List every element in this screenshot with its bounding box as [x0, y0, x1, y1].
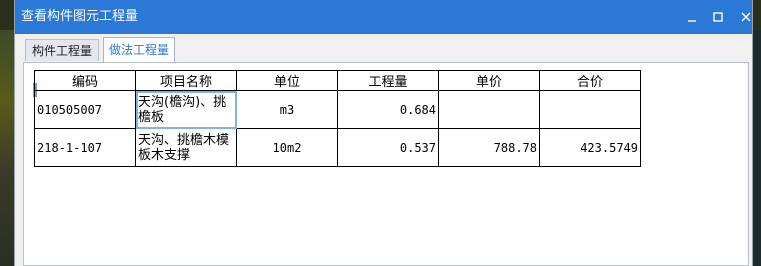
- cell-item-name[interactable]: 天沟、挑檐木模板木支撑: [135, 128, 237, 167]
- tab-method-quantity[interactable]: 做法工程量: [103, 37, 175, 62]
- header-code: 编码: [34, 70, 136, 91]
- cell-unit[interactable]: m3: [236, 90, 338, 129]
- cell-code[interactable]: 010505007: [34, 90, 136, 129]
- table-panel: 编码 项目名称 单位 工程量 单价 合价 010505007 天沟(檐沟)、挑檐…: [23, 62, 749, 266]
- dialog-window: 查看构件图元工程量 构件工程量 做法工程量 编码 项目名称 单位 工程量 单价 …: [14, 0, 753, 266]
- maximize-button[interactable]: [709, 8, 727, 26]
- header-item-name: 项目名称: [135, 70, 237, 91]
- cell-unit-price[interactable]: [438, 90, 540, 129]
- header-unit-price: 单价: [438, 70, 540, 91]
- table-header-row: 编码 项目名称 单位 工程量 单价 合价: [34, 70, 641, 91]
- title-bar[interactable]: 查看构件图元工程量: [15, 0, 752, 34]
- cell-total-price[interactable]: [539, 90, 641, 129]
- header-quantity: 工程量: [337, 70, 439, 91]
- window-title: 查看构件图元工程量: [21, 9, 139, 24]
- close-button[interactable]: [737, 8, 755, 26]
- minimize-icon: [688, 20, 696, 22]
- quantity-table: 编码 项目名称 单位 工程量 单价 合价 010505007 天沟(檐沟)、挑檐…: [34, 70, 641, 167]
- minimize-button[interactable]: [683, 8, 701, 26]
- tab-component-quantity[interactable]: 构件工程量: [25, 39, 99, 61]
- cell-total-price[interactable]: 423.5749: [539, 128, 641, 167]
- header-total-price: 合价: [539, 70, 641, 91]
- cell-item-name[interactable]: 天沟(檐沟)、挑檐板: [135, 90, 237, 129]
- cell-unit[interactable]: 10m2: [236, 128, 338, 167]
- table-row[interactable]: 218-1-107 天沟、挑檐木模板木支撑 10m2 0.537 788.78 …: [34, 128, 641, 167]
- cell-quantity[interactable]: 0.684: [337, 90, 439, 129]
- background-left: [0, 30, 14, 266]
- header-unit: 单位: [236, 70, 338, 91]
- cell-quantity[interactable]: 0.537: [337, 128, 439, 167]
- close-icon: [741, 12, 751, 22]
- cell-unit-price[interactable]: 788.78: [438, 128, 540, 167]
- table-row[interactable]: 010505007 天沟(檐沟)、挑檐板 m3 0.684: [34, 90, 641, 129]
- cell-code[interactable]: 218-1-107: [34, 128, 136, 167]
- tab-strip: 构件工程量 做法工程量: [15, 34, 752, 62]
- maximize-icon: [713, 12, 723, 22]
